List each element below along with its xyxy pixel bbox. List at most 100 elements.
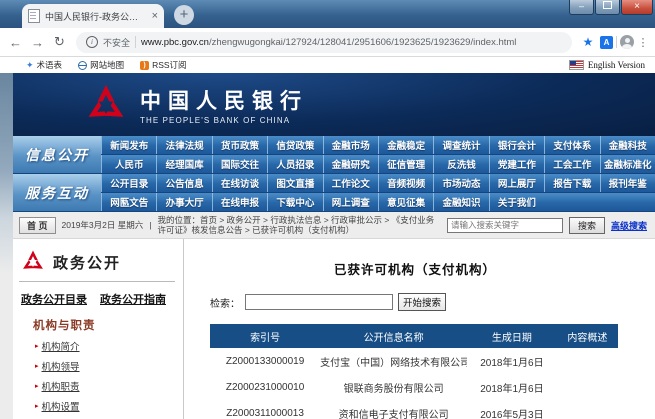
nav-menu-item[interactable]: 银行会计 (489, 136, 544, 154)
nav-menu-item[interactable]: 金融市场 (323, 136, 378, 154)
nav-menu-item[interactable]: 反洗钱 (433, 155, 488, 173)
nav-menu-item[interactable]: 征信管理 (378, 155, 433, 173)
translate-extension-icon[interactable]: A (600, 36, 613, 49)
nav-menu-item[interactable]: 网匦文告 (101, 193, 156, 211)
back-icon[interactable]: ← (6, 35, 25, 50)
nav-menu-item[interactable]: 人民币 (101, 155, 156, 173)
maximize-button[interactable] (595, 0, 620, 15)
info-icon[interactable]: i (86, 36, 98, 48)
nav-menu-item[interactable]: 金融科技 (600, 136, 655, 154)
sidebar-item[interactable]: ▸机构设置 (35, 399, 175, 413)
security-label: 不安全 (103, 36, 130, 49)
table-header-cell: 内容概述 (557, 329, 618, 344)
nav-menu-item[interactable]: 货币政策 (212, 136, 267, 154)
nav-menu-item[interactable]: 金融知识 (433, 193, 488, 211)
nav-menu-item[interactable]: 国际交往 (212, 155, 267, 173)
glossary-link[interactable]: ✦ 术语表 (26, 59, 62, 71)
nav-menu-item[interactable]: 在线访谈 (212, 174, 267, 192)
browser-menu-icon[interactable]: ⋮ (637, 36, 649, 49)
nav-menu-item[interactable]: 公告信息 (156, 174, 211, 192)
tab-title: 中国人民银行-政务公开-行政执法 (45, 10, 147, 23)
nav-row: 公开目录公告信息在线访谈图文直播工作论文音频视频市场动态网上展厅报告下载报刊年鉴 (101, 174, 655, 193)
table-row: Z2000133000019支付宝（中国）网络技术有限公司2018年1月6日 (210, 348, 618, 374)
breadcrumb[interactable]: 我的位置：首页 > 政务公开 > 行政执法信息 > 行政审批公示 > 《支付业务… (157, 215, 441, 235)
site-search-input[interactable] (447, 218, 563, 233)
home-button[interactable]: 首 页 (19, 217, 56, 234)
nav-menu-item[interactable]: 工会工作 (544, 155, 599, 173)
nav-menu-item[interactable]: 金融标准化 (600, 155, 655, 173)
nav-menu-item[interactable]: 法律法规 (156, 136, 211, 154)
start-search-button[interactable]: 开始搜索 (398, 293, 446, 311)
new-tab-button[interactable]: + (174, 5, 194, 25)
site-quicklinks-bar: ✦ 术语表 网站地图 ) RSS订阅 English Version (0, 57, 655, 73)
nav-menu-item[interactable]: 经理国库 (156, 155, 211, 173)
institution-name-link[interactable]: 支付宝（中国）网络技术有限公司 (320, 354, 467, 369)
address-bar[interactable]: i 不安全 www.pbc.gov.cn/zhengwugongkai/1279… (76, 32, 572, 53)
nav-menu-item[interactable]: 办事大厅 (156, 193, 211, 211)
tab-close-icon[interactable]: × (152, 11, 158, 22)
institution-name-link[interactable]: 银联商务股份有限公司 (320, 380, 467, 395)
site-search-button[interactable]: 搜索 (569, 217, 605, 234)
institution-name-link[interactable]: 资和信电子支付有限公司 (320, 406, 467, 419)
nav-menu-item[interactable]: 金融研究 (323, 155, 378, 173)
table-cell: Z2000311000013 (210, 408, 320, 419)
sidebar-item[interactable]: ▸机构领导 (35, 359, 175, 373)
sidebar-link-guide[interactable]: 政务公开指南 (100, 291, 166, 307)
sidebar-header: 政务公开 (19, 247, 175, 282)
triangle-bullet-icon: ▸ (35, 382, 39, 390)
advanced-search-link[interactable]: 高级搜索 (611, 219, 647, 232)
nav-menu-item[interactable]: 市场动态 (433, 174, 488, 192)
bookmark-star-icon[interactable]: ★ (579, 35, 597, 49)
nav-row: 新闻发布法律法规货币政策信贷政策金融市场金融稳定调查统计银行会计支付体系金融科技 (101, 136, 655, 155)
webpage: 中国人民银行 THE PEOPLE'S BANK OF CHINA 信息公开 新… (0, 73, 655, 419)
rss-link[interactable]: ) RSS订阅 (140, 59, 186, 71)
breadcrumb-separator: | (149, 220, 151, 230)
nav-menu-item[interactable]: 支付体系 (544, 136, 599, 154)
breadcrumb-bar: 首 页 2019年3月2日 星期六 | 我的位置：首页 > 政务公开 > 行政执… (13, 212, 655, 239)
nav-menu-item[interactable]: 党建工作 (489, 155, 544, 173)
browser-tab[interactable]: 中国人民银行-政务公开-行政执法 × (22, 4, 164, 28)
nav-menu-item[interactable]: 调查统计 (433, 136, 488, 154)
list-search-row: 检索： 开始搜索 (210, 293, 620, 311)
nav-menu-item[interactable]: 在线申报 (212, 193, 267, 211)
nav-menu-item[interactable]: 信贷政策 (267, 136, 322, 154)
nav-menu-item[interactable]: 网上展厅 (489, 174, 544, 192)
nav-menu-item[interactable]: 工作论文 (323, 174, 378, 192)
nav-menu-item[interactable]: 人员招录 (267, 155, 322, 173)
forward-icon[interactable]: → (28, 35, 47, 50)
sidebar-sections: 机构与职责▸机构简介▸机构领导▸机构职责▸机构设置法规政策▸法律法规 (19, 317, 175, 419)
nav-section-label[interactable]: 服务互动 (13, 174, 101, 212)
nav-menu-item[interactable]: 图文直播 (267, 174, 322, 192)
nav-menu-item[interactable]: 意见征集 (378, 193, 433, 211)
nav-menu-item[interactable]: 关于我们 (489, 193, 544, 211)
glossary-link-label: 术语表 (37, 59, 63, 71)
browser-window: 中国人民银行-政务公开-行政执法 × + – × ← → ↻ i 不安全 www… (0, 0, 655, 419)
sidebar-item[interactable]: ▸机构职责 (35, 379, 175, 393)
nav-menu-item[interactable]: 公开目录 (101, 174, 156, 192)
table-row: Z2000231000010银联商务股份有限公司2018年1月6日 (210, 374, 618, 400)
sitemap-link[interactable]: 网站地图 (78, 59, 124, 71)
sitemap-link-label: 网站地图 (90, 59, 124, 71)
nav-menu-item[interactable]: 音频视频 (378, 174, 433, 192)
sidebar-item[interactable]: ▸机构简介 (35, 339, 175, 353)
nav-menu-item[interactable]: 新闻发布 (101, 136, 156, 154)
sidebar-link-directory[interactable]: 政务公开目录 (21, 291, 87, 307)
pbc-logo-icon (85, 84, 127, 126)
minimize-button[interactable]: – (569, 0, 594, 15)
sidebar-section: 机构与职责▸机构简介▸机构领导▸机构职责▸机构设置 (19, 317, 175, 413)
nav-menu-item[interactable]: 报告下载 (544, 174, 599, 192)
reload-icon[interactable]: ↻ (50, 34, 69, 50)
nav-menu-item[interactable]: 下载中心 (267, 193, 322, 211)
english-version-label: English Version (588, 60, 645, 70)
nav-menu-item[interactable]: 网上调查 (323, 193, 378, 211)
profile-icon[interactable] (620, 35, 634, 49)
table-cell: 2018年1月6日 (467, 354, 557, 369)
list-search-input[interactable] (245, 294, 393, 310)
nav-section-label[interactable]: 信息公开 (13, 136, 101, 174)
window-titlebar: 中国人民银行-政务公开-行政执法 × + – × (0, 0, 655, 28)
nav-menu-item[interactable]: 报刊年鉴 (600, 174, 655, 192)
nav-menu-item[interactable]: 金融稳定 (378, 136, 433, 154)
close-button[interactable]: × (621, 0, 653, 15)
nav-rows: 公开目录公告信息在线访谈图文直播工作论文音频视频市场动态网上展厅报告下载报刊年鉴… (101, 174, 655, 212)
english-version-link[interactable]: English Version (569, 60, 645, 70)
